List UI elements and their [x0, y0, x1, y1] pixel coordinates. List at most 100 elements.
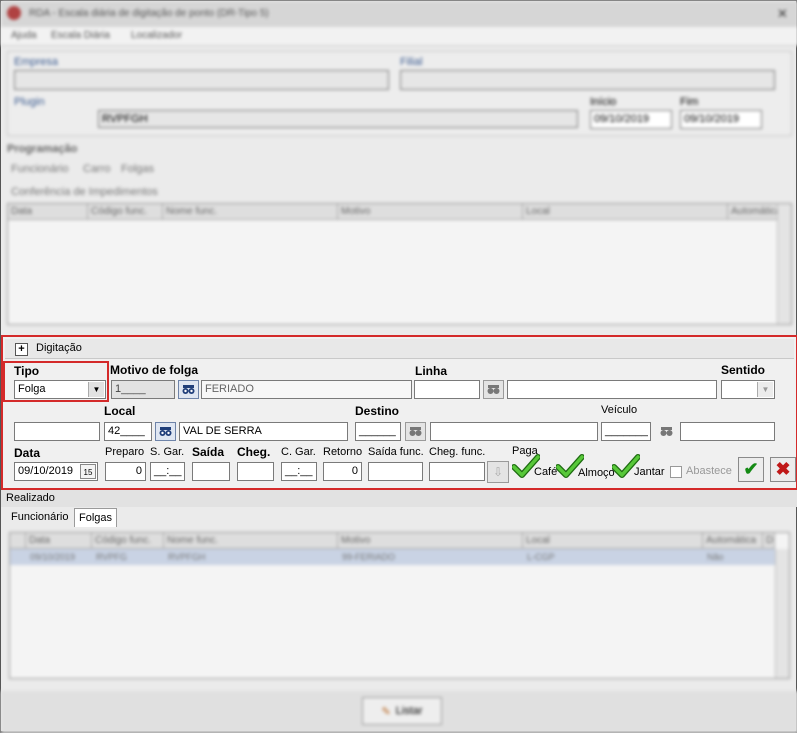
menu-escala-diaria[interactable]: Escala Diária	[51, 30, 110, 41]
veiculo-lookup-button[interactable]	[656, 422, 677, 441]
destino-code-field[interactable]: ______	[355, 422, 401, 441]
pencil-icon: ✎	[381, 705, 391, 718]
calendar-icon[interactable]: 15	[80, 464, 96, 479]
destino-lookup-button[interactable]	[405, 422, 426, 441]
binoculars-icon	[159, 427, 172, 436]
almoco-label: Almoço	[578, 467, 615, 479]
col-nome[interactable]: Nome func.	[164, 533, 338, 549]
col-automatica[interactable]: Automática	[728, 204, 778, 220]
saida-label: Saída	[192, 445, 225, 459]
retorno-field[interactable]: 0	[323, 462, 362, 481]
plugin-value: RVPFGH	[102, 113, 148, 125]
veiculo-desc-field[interactable]	[680, 422, 775, 441]
saida-func-field[interactable]	[368, 462, 423, 481]
linha-lookup-button[interactable]	[483, 380, 504, 399]
listar-button[interactable]: ✎ Listar	[362, 697, 442, 725]
sentido-label: Sentido	[721, 363, 765, 377]
cafe-label: Café	[534, 466, 558, 478]
plugin-field[interactable]: RVPFGH	[98, 110, 578, 128]
row-codigo: RVPFG	[96, 552, 127, 562]
realizado-scrollbar[interactable]	[775, 549, 789, 678]
check-icon: ✔	[743, 459, 759, 479]
cancel-button[interactable]: ✖	[770, 457, 796, 482]
fim-label: Fim	[680, 96, 699, 108]
cgar-time-field[interactable]: __:__	[281, 462, 317, 481]
col-data[interactable]: Data	[26, 533, 92, 549]
chevron-down-icon[interactable]: ▼	[88, 382, 104, 397]
abastece-label: Abastece	[686, 465, 732, 477]
digitacao-header: + Digitação	[5, 339, 794, 359]
menu-ajuda[interactable]: Ajuda	[11, 30, 37, 41]
footer-bar: ✎ Listar	[1, 691, 797, 733]
expand-button[interactable]: +	[15, 343, 28, 356]
abastece-checkbox[interactable]	[670, 466, 682, 478]
chevron-down-icon[interactable]: ▼	[757, 382, 773, 397]
linha-code-field[interactable]	[414, 380, 480, 399]
inicio-date-field[interactable]: 09/10/2019	[590, 110, 672, 129]
close-icon[interactable]: ✕	[777, 6, 788, 22]
tipo-select[interactable]: Folga ▼	[14, 380, 106, 399]
filial-field[interactable]	[400, 70, 775, 90]
saida-time-field[interactable]	[192, 462, 230, 481]
filial-label: Filial	[400, 56, 423, 68]
jantar-label: Jantar	[634, 466, 665, 478]
motivo-desc-field[interactable]: FERIADO	[201, 380, 412, 399]
col-motivo[interactable]: Motivo	[338, 533, 523, 549]
empty-field-1[interactable]	[14, 422, 100, 441]
tab-funcionario[interactable]: Funcionário	[7, 508, 72, 527]
sentido-select[interactable]: ▼	[721, 380, 775, 399]
cheg-label: Cheg.	[237, 445, 271, 459]
programacao-grid[interactable]: Data Código func. Nome func. Motivo Loca…	[7, 203, 792, 325]
fim-date-field[interactable]: 09/10/2019	[680, 110, 762, 129]
realizado-header: Realizado	[1, 490, 797, 507]
motivo-lookup-button[interactable]	[178, 380, 199, 399]
veiculo-code-field[interactable]: _______	[601, 422, 651, 441]
local-code-field[interactable]: 42____	[104, 422, 152, 441]
col-codigo[interactable]: Código func.	[92, 533, 164, 549]
col-automatica[interactable]: Automática	[703, 533, 763, 549]
data-date-field[interactable]: 09/10/2019 15	[14, 462, 98, 481]
empresa-label: Empresa	[14, 56, 59, 68]
preparo-field[interactable]: 0	[105, 462, 146, 481]
confirm-button[interactable]: ✔	[738, 457, 764, 482]
motivo-code-field[interactable]: 1____	[111, 380, 175, 399]
binoculars-icon	[182, 385, 195, 394]
tab-folgas[interactable]: Folgas	[74, 508, 118, 527]
arrow-down-icon[interactable]: ⇩	[487, 461, 509, 483]
row-nome: RVPFGH	[168, 552, 206, 562]
motivo-label: Motivo de folga	[110, 363, 198, 377]
col-indicator	[10, 533, 26, 549]
toggle-funcionario[interactable]: Funcionário	[11, 163, 68, 175]
col-local[interactable]: Local	[523, 204, 728, 220]
local-lookup-button[interactable]	[155, 422, 176, 441]
col-motivo[interactable]: Motivo	[338, 204, 523, 220]
row-motivo: 99-FERIADO	[342, 552, 396, 562]
col-d[interactable]: D	[763, 533, 775, 549]
menu-localizador[interactable]: Localizador	[131, 30, 182, 41]
binoculars-icon	[487, 385, 500, 394]
app-logo-icon	[7, 6, 21, 20]
app-window: RDA - Escala diária de digitação de pont…	[0, 0, 797, 733]
cheg-func-field[interactable]	[429, 462, 485, 481]
menu-bar: Ajuda Escala Diária Localizador	[1, 27, 797, 46]
col-codigo[interactable]: Código func.	[88, 204, 163, 220]
row-data: 09/10/2019	[30, 552, 76, 562]
toggle-folgas[interactable]: Folgas	[121, 163, 154, 175]
destino-desc-field[interactable]	[430, 422, 598, 441]
sgar-time-field[interactable]: __:__	[150, 462, 185, 481]
table-row[interactable]: 09/10/2019 RVPFG RVPFGH 99-FERIADO L-CGP…	[10, 549, 775, 565]
realizado-grid[interactable]: Data Código func. Nome func. Motivo Loca…	[9, 532, 790, 679]
retorno-label: Retorno	[323, 446, 363, 458]
col-nome[interactable]: Nome func.	[163, 204, 338, 220]
programacao-scrollbar[interactable]	[777, 204, 791, 324]
col-local[interactable]: Local	[523, 533, 703, 549]
toggle-carro[interactable]: Carro	[83, 163, 111, 175]
local-desc-field[interactable]: VAL DE SERRA	[179, 422, 348, 441]
cheg-func-label: Cheg. func.	[429, 446, 486, 458]
empresa-field[interactable]	[14, 70, 389, 90]
conferencia-label: Conferência de Impedimentos	[11, 186, 158, 198]
col-data[interactable]: Data	[8, 204, 88, 220]
row-local: L-CGP	[527, 552, 555, 562]
linha-desc-field[interactable]	[507, 380, 717, 399]
cheg-time-field[interactable]	[237, 462, 274, 481]
